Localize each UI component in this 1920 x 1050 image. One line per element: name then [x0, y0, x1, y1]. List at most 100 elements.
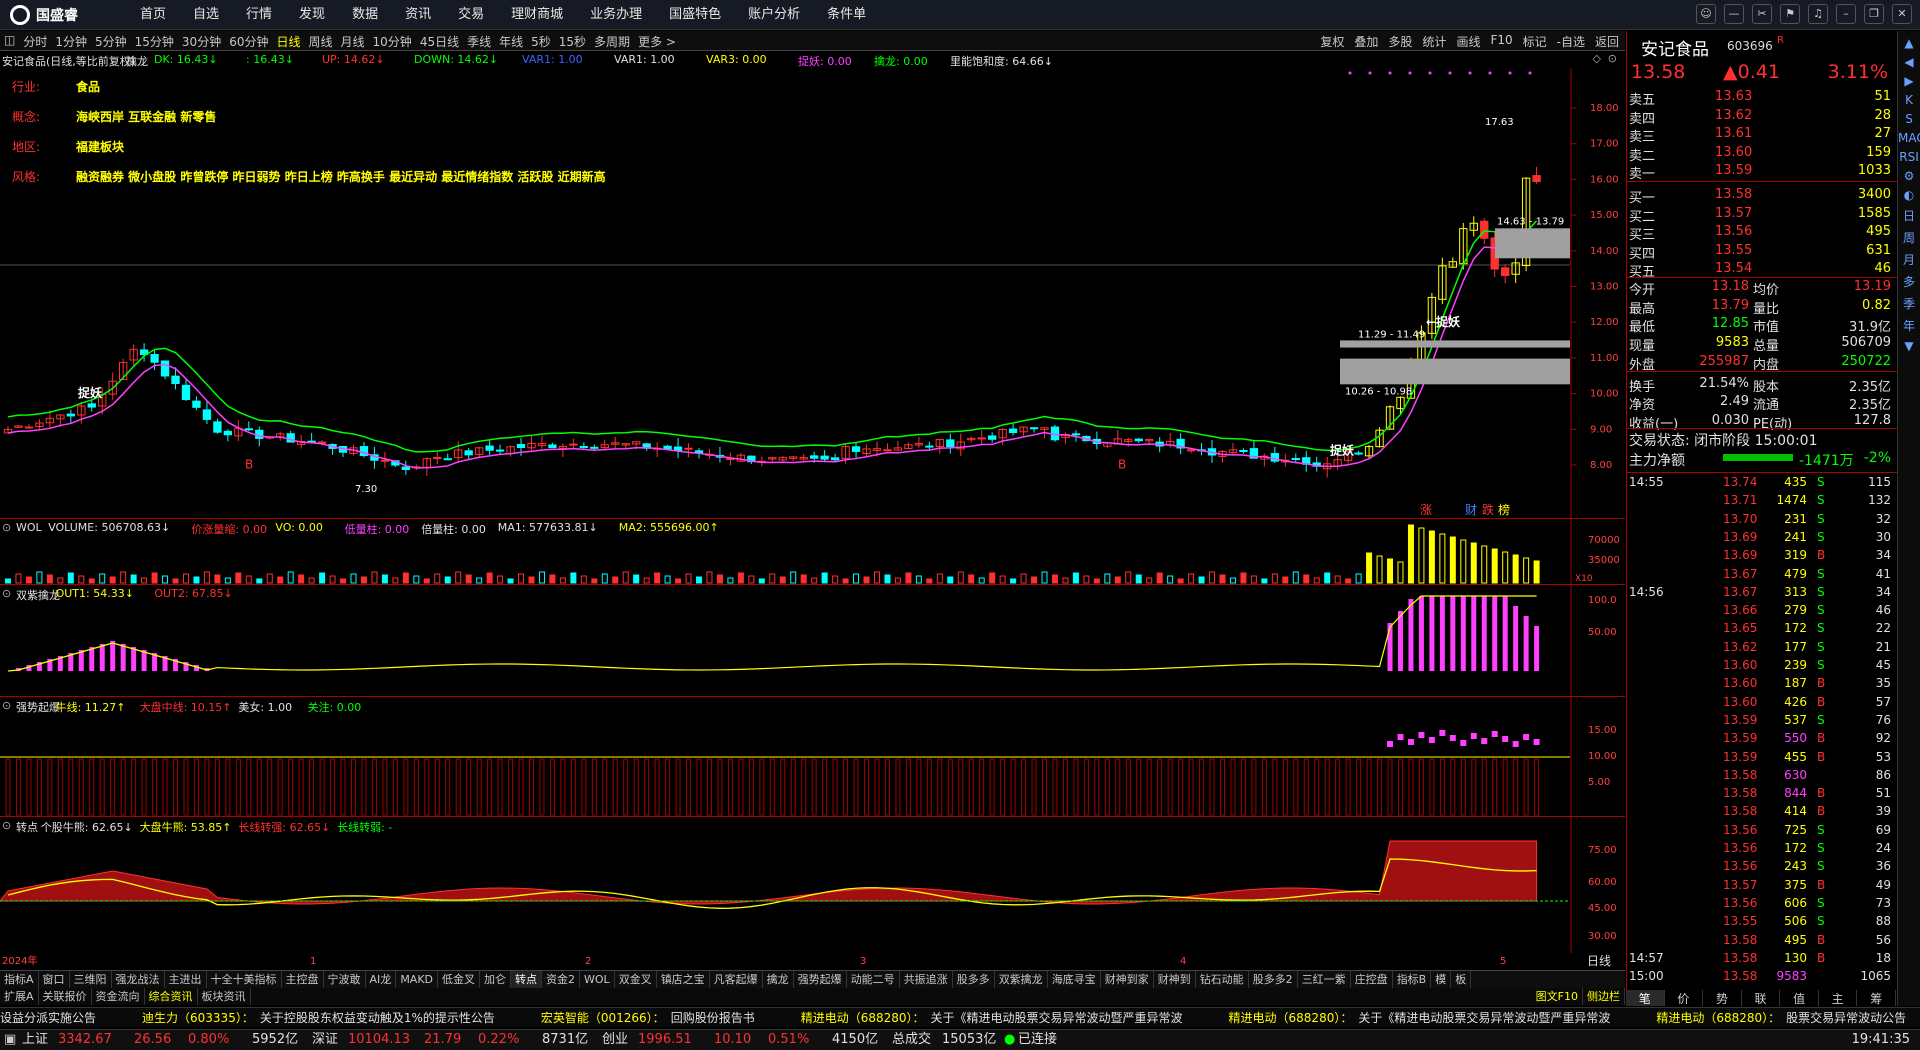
indicator-tab-2[interactable]: 三维阳	[70, 971, 112, 988]
chart-tool-3[interactable]: 统计	[1422, 33, 1446, 50]
indicator-tab-18[interactable]: 擒龙	[763, 971, 794, 988]
side-tab-15[interactable]: ▼	[1898, 339, 1920, 353]
panel-options-icon[interactable]: ◇	[1593, 52, 1601, 65]
volume-panel[interactable]: ⊙ WOL VOLUME: 506708.63↓ 价涨量缩: 0.00 VO: 0.00…	[0, 518, 1625, 719]
side-tab-8[interactable]: ◐	[1898, 188, 1920, 202]
info-tab-2[interactable]: 资金流向	[92, 988, 145, 1005]
right-tab-3[interactable]: 联	[1742, 990, 1781, 1006]
indicator-tab-30[interactable]: 庄控盘	[1351, 971, 1393, 988]
chart-tool-8[interactable]: 返回	[1595, 33, 1619, 50]
indicator-tab-23[interactable]: 双紫擒龙	[995, 971, 1048, 988]
news-item[interactable]: 精进电动（688280）： 关于《精进电动股票交易异常波动暨严重异常波	[1229, 1011, 1611, 1025]
side-tab-12[interactable]: 多	[1898, 273, 1920, 290]
period-tab-0[interactable]: 分时	[23, 33, 47, 50]
layout-icon[interactable]: ◫	[4, 33, 15, 50]
panel-toggle-icon[interactable]: ⊙	[2, 819, 11, 832]
indicator-tab-4[interactable]: 主进出	[165, 971, 207, 988]
indicator-tab-1[interactable]: 窗口	[39, 971, 70, 988]
panel-toggle-icon[interactable]: ⊙	[2, 521, 11, 534]
indicator-tab-33[interactable]: 板	[1451, 971, 1472, 988]
period-tab-4[interactable]: 30分钟	[182, 33, 221, 50]
indicator-tab-24[interactable]: 海底寻宝	[1048, 971, 1101, 988]
indicator-tab-28[interactable]: 股多多2	[1249, 971, 1298, 988]
menu-item-10[interactable]: 账户分析	[748, 0, 800, 30]
panel-close-icon[interactable]: ⊙	[1608, 52, 1617, 65]
indicator-tab-26[interactable]: 财神到	[1154, 971, 1196, 988]
news-item[interactable]: 精进电动（688280）： 股票交易异常波动公告	[1656, 1011, 1906, 1025]
info-tab-right-0[interactable]: 图文F10	[1532, 988, 1583, 1005]
menu-item-4[interactable]: 数据	[352, 0, 378, 30]
period-tab-13[interactable]: 5秒	[531, 33, 551, 50]
side-tab-7[interactable]: ⚙	[1898, 169, 1920, 183]
menu-item-7[interactable]: 理财商城	[511, 0, 563, 30]
right-tab-5[interactable]: 主	[1819, 990, 1858, 1006]
period-tab-8[interactable]: 月线	[341, 33, 365, 50]
indicator-tab-25[interactable]: 财神到家	[1101, 971, 1154, 988]
indicator-tab-0[interactable]: 指标A	[0, 971, 39, 988]
indicator-tab-17[interactable]: 凡客起爆	[710, 971, 763, 988]
side-tab-4[interactable]: S	[1898, 112, 1920, 126]
info-tab-right-1[interactable]: 侧边栏	[1583, 988, 1625, 1005]
indicator-tab-10[interactable]: 低金叉	[438, 971, 481, 988]
period-tab-12[interactable]: 年线	[499, 33, 523, 50]
indicator-tab-19[interactable]: 强势起爆	[794, 971, 847, 988]
indicator-tab-8[interactable]: AI龙	[366, 971, 397, 988]
chart-tool-2[interactable]: 多股	[1388, 33, 1412, 50]
shuangzi-panel[interactable]: ⊙ 双紫擒龙 OUT1: 54.33↓ OUT2: 67.85↓ 100.0 50.00	[0, 584, 1625, 785]
info-tab-3[interactable]: 综合资讯	[145, 988, 198, 1005]
app-logo[interactable]: 国盛睿	[10, 4, 78, 26]
indicator-tab-6[interactable]: 主控盘	[282, 971, 324, 988]
period-tab-14[interactable]: 15秒	[559, 33, 586, 50]
period-tab-7[interactable]: 周线	[309, 33, 333, 50]
close-icon[interactable]: ✕	[1892, 4, 1912, 24]
right-tab-1[interactable]: 价	[1665, 990, 1704, 1006]
indicator-tab-12[interactable]: 转点	[511, 971, 543, 988]
indicator-tab-3[interactable]: 强龙战法	[112, 971, 165, 988]
period-tab-5[interactable]: 60分钟	[229, 33, 268, 50]
restore-icon[interactable]: ✂	[1752, 4, 1772, 24]
period-tab-9[interactable]: 10分钟	[373, 33, 412, 50]
indicator-tab-15[interactable]: 双金叉	[615, 971, 657, 988]
tools-icon[interactable]: ⚑	[1780, 4, 1800, 24]
chart-tool-6[interactable]: 标记	[1523, 33, 1547, 50]
indicator-tab-29[interactable]: 三红一紫	[1298, 971, 1351, 988]
chart-tool-4[interactable]: 画线	[1456, 33, 1480, 50]
indicator-tab-16[interactable]: 镇店之宝	[657, 971, 710, 988]
side-tab-11[interactable]: 月	[1898, 251, 1920, 268]
menu-item-0[interactable]: 首页	[140, 0, 166, 30]
period-tab-11[interactable]: 季线	[467, 33, 491, 50]
side-tab-6[interactable]: RSI	[1898, 150, 1920, 164]
period-tab-2[interactable]: 5分钟	[95, 33, 127, 50]
zhuandian-panel[interactable]: ⊙ 转点 个股牛熊: 62.65↓ 大盘牛熊: 53.85↑ 长线转强: 62.65↓ 长…	[0, 816, 1625, 1017]
menu-item-6[interactable]: 交易	[458, 0, 484, 30]
chart-tool-5[interactable]: F10	[1490, 33, 1512, 50]
indicator-tab-31[interactable]: 指标B	[1393, 971, 1432, 988]
indicator-tab-20[interactable]: 动能二号	[847, 971, 900, 988]
orderbook-row[interactable]: 买四 13.55 631	[1627, 243, 1897, 262]
indicator-tab-27[interactable]: 钻石动能	[1196, 971, 1249, 988]
event-mark-2[interactable]: 跌	[1482, 502, 1494, 517]
period-tab-10[interactable]: 45日线	[420, 33, 459, 50]
period-tab-15[interactable]: 多周期	[594, 33, 630, 50]
panel-toggle-icon[interactable]: ⊙	[2, 699, 11, 712]
index-name[interactable]: 上证	[22, 1030, 48, 1050]
menu-item-11[interactable]: 条件单	[827, 0, 866, 30]
index-name[interactable]: 创业	[602, 1030, 628, 1050]
chart-tool-1[interactable]: 叠加	[1354, 33, 1378, 50]
info-tab-1[interactable]: 关联报价	[39, 988, 92, 1005]
side-tab-10[interactable]: 周	[1898, 229, 1920, 246]
panel-toggle-icon[interactable]: ⊙	[2, 587, 11, 600]
event-mark-1[interactable]: 财	[1465, 503, 1477, 517]
side-tab-0[interactable]: ▲	[1898, 36, 1920, 50]
orderbook-row[interactable]: 卖一 13.59 1033	[1627, 163, 1897, 182]
orderbook-row[interactable]: 买一 13.58 3400	[1627, 187, 1897, 206]
period-tab-3[interactable]: 15分钟	[135, 33, 174, 50]
chat-icon[interactable]: ☺	[1696, 4, 1716, 24]
indicator-tab-14[interactable]: WOL	[580, 971, 615, 988]
event-mark-3[interactable]: 榜	[1498, 502, 1510, 517]
orderbook-row[interactable]: 卖五 13.63 51	[1627, 89, 1897, 108]
info-tab-4[interactable]: 板块资讯	[198, 988, 251, 1005]
max-icon[interactable]: ❐	[1864, 4, 1884, 24]
menu-item-2[interactable]: 行情	[246, 0, 272, 30]
period-tab-16[interactable]: 更多 >	[638, 33, 676, 50]
